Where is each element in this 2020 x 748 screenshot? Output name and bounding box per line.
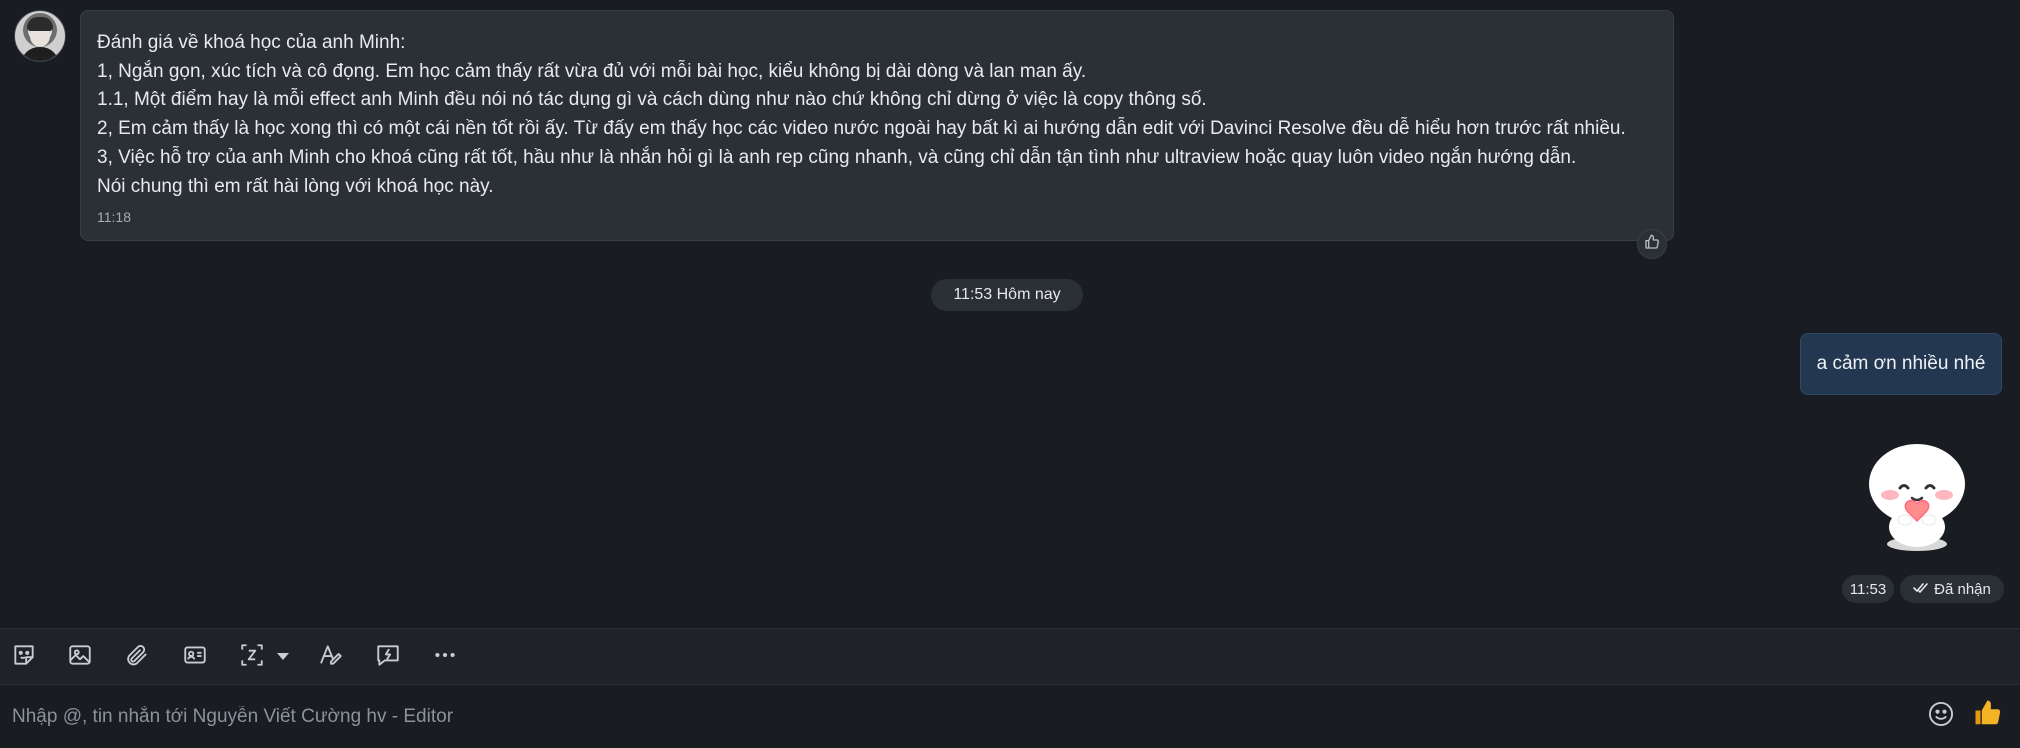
delivery-status-label: Đã nhận (1934, 580, 1991, 598)
composer-toolbar (0, 628, 2020, 684)
react-like-button[interactable] (1637, 229, 1667, 259)
message-line: Nói chung thì em rất hài lòng với khoá h… (97, 175, 494, 197)
image-button[interactable] (64, 641, 96, 673)
text-format-icon (318, 642, 344, 673)
thumbs-up-icon (1973, 698, 2003, 733)
message-line: 3, Việc hỗ trợ của anh Minh cho khoá cũn… (97, 146, 1577, 168)
more-icon (432, 642, 458, 673)
double-check-icon (1913, 581, 1929, 598)
incoming-message[interactable]: Đánh giá về khoá học của anh Minh: 1, Ng… (80, 10, 1674, 241)
avatar[interactable] (14, 10, 66, 62)
message-line: 2, Em cảm thấy là học xong thì có một cá… (97, 118, 1626, 140)
caret-down-icon (276, 648, 290, 666)
date-divider: 11:53 Hôm nay (931, 279, 1083, 311)
screenshot-options-dropdown[interactable] (268, 641, 298, 673)
chat-area: Đánh giá về khoá học của anh Minh: 1, Ng… (0, 0, 2020, 628)
quick-message-button[interactable] (372, 641, 404, 673)
smiley-icon (1927, 700, 1955, 733)
delivery-status: Đã nhận (1900, 575, 2004, 603)
sticker-button[interactable] (8, 641, 40, 673)
send-thumbs-up-button[interactable] (1970, 697, 2006, 733)
message-line: Đánh giá về khoá học của anh Minh: (97, 32, 406, 53)
attachment-icon (124, 642, 150, 673)
screenshot-icon (239, 642, 265, 673)
message-line: 1.1, Một điểm hay là mỗi effect anh Minh… (97, 89, 1207, 111)
outgoing-message[interactable]: a cảm ơn nhiều nhé (1800, 333, 2002, 395)
quick-message-icon (375, 642, 401, 673)
heart-bunny-sticker-icon (1869, 444, 1965, 551)
contact-card-icon (182, 642, 208, 673)
screenshot-button[interactable] (236, 641, 268, 673)
sticker-image[interactable] (1862, 440, 1972, 555)
message-line: 1, Ngắn gọn, xúc tích và cô đọng. Em học… (97, 60, 1087, 82)
sticker-icon (11, 642, 37, 673)
outgoing-timestamp: 11:53 (1842, 575, 1894, 603)
contact-card-button[interactable] (179, 641, 211, 673)
thumbs-up-outline-icon (1644, 234, 1660, 255)
text-format-button[interactable] (315, 641, 347, 673)
message-input[interactable] (10, 699, 1894, 735)
composer (0, 684, 2020, 748)
attachment-button[interactable] (121, 641, 153, 673)
message-timestamp: 11:18 (97, 209, 131, 226)
more-options-button[interactable] (429, 641, 461, 673)
emoji-button[interactable] (1924, 699, 1958, 733)
image-icon (67, 642, 93, 673)
